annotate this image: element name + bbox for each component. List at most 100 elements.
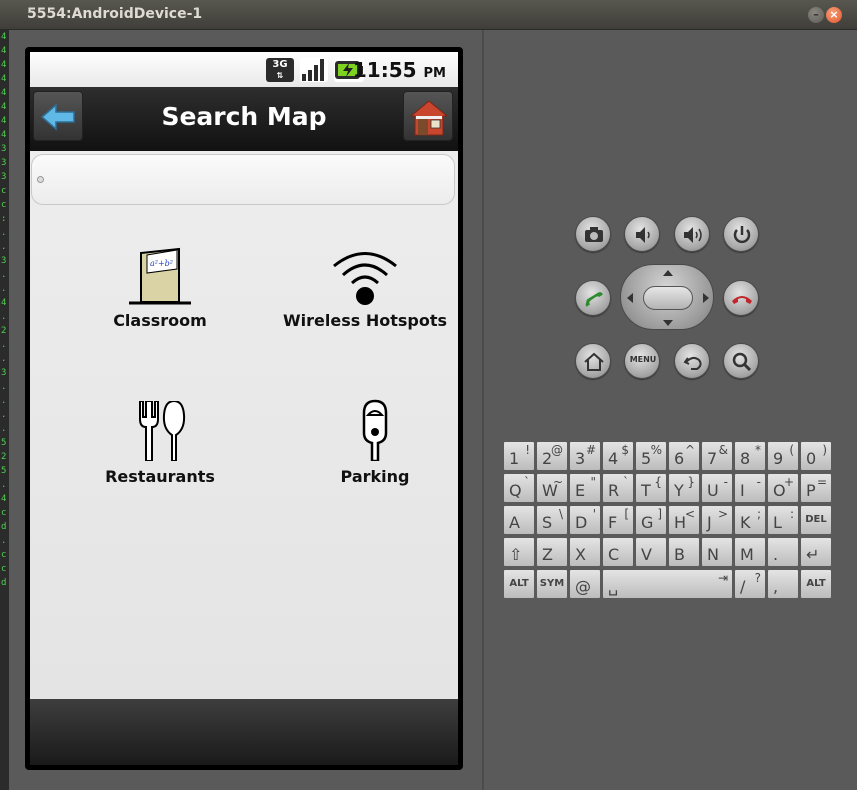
search-scroll-dot-icon xyxy=(37,176,44,183)
key-q[interactable]: Q ` xyxy=(503,473,535,503)
key-v[interactable]: V xyxy=(635,537,667,567)
back-hw-button[interactable] xyxy=(674,343,710,379)
key-alt[interactable]: ALT xyxy=(800,569,832,599)
key-x[interactable]: @ xyxy=(569,569,601,599)
bottom-bar xyxy=(30,699,458,765)
console-char: . xyxy=(1,410,7,420)
clock: 11:55 PM xyxy=(352,58,446,82)
console-char: 4 xyxy=(1,102,7,112)
console-char: . xyxy=(1,228,7,238)
key-alt-label: ⇥ xyxy=(717,571,728,585)
key-r[interactable]: R ` xyxy=(602,473,634,503)
key-7[interactable]: 7 & xyxy=(701,441,733,471)
dpad[interactable] xyxy=(620,264,714,330)
key-w[interactable]: W ~ xyxy=(536,473,568,503)
category-wireless-hotspots[interactable]: Wireless Hotspots xyxy=(270,247,460,330)
key-g[interactable]: G] xyxy=(635,505,667,535)
key-o[interactable]: O + xyxy=(767,473,799,503)
key-label: M xyxy=(740,545,754,564)
console-char: 3 xyxy=(1,158,7,168)
window-title: 5554:AndroidDevice-1 xyxy=(27,6,203,22)
volume-down-button[interactable] xyxy=(624,216,660,252)
category-classroom[interactable]: a²+b² Classroom xyxy=(85,247,235,330)
call-button[interactable] xyxy=(575,280,611,316)
key-3[interactable]: 3 # xyxy=(569,441,601,471)
category-label: Restaurants xyxy=(105,467,215,486)
search-hw-button[interactable] xyxy=(723,343,759,379)
key-label: D xyxy=(575,513,588,532)
key-label: Y xyxy=(674,481,684,500)
page-title: Search Map xyxy=(161,102,327,131)
key-del[interactable]: DEL xyxy=(800,505,832,535)
key-9[interactable]: 9( xyxy=(767,441,799,471)
key-a[interactable]: A xyxy=(503,505,535,535)
key-k[interactable]: K; xyxy=(734,505,766,535)
key-d[interactable]: D ' xyxy=(569,505,601,535)
search-input[interactable] xyxy=(31,154,455,205)
menu-hw-button[interactable]: MENU xyxy=(624,343,660,379)
key-l[interactable]: L: xyxy=(767,505,799,535)
key-y[interactable]: Y} xyxy=(668,473,700,503)
console-char: . xyxy=(1,284,7,294)
key-alt-label: ! xyxy=(525,443,530,457)
key-label: 9 xyxy=(773,449,784,468)
key-label: L xyxy=(773,513,782,532)
home-hw-button[interactable] xyxy=(575,343,611,379)
close-button[interactable]: × xyxy=(826,7,842,23)
category-parking[interactable]: Parking xyxy=(300,399,450,486)
key-n[interactable]: N xyxy=(701,537,733,567)
key-x[interactable]: . xyxy=(767,537,799,567)
key-6[interactable]: 6 ^ xyxy=(668,441,700,471)
home-button[interactable] xyxy=(403,91,453,141)
key-x[interactable]: X xyxy=(569,537,601,567)
end-call-icon xyxy=(732,296,752,304)
phone-screen: 3G ⇅ 11:55 PM Search Map a²+b² Classroom… xyxy=(25,47,463,770)
key-alt[interactable]: ALT xyxy=(503,569,535,599)
key-5[interactable]: 5% xyxy=(635,441,667,471)
key-z[interactable]: Z xyxy=(536,537,568,567)
key-label: E xyxy=(575,481,586,500)
key-8[interactable]: 8 * xyxy=(734,441,766,471)
key-x[interactable]: /? xyxy=(734,569,766,599)
key-4[interactable]: 4 $ xyxy=(602,441,634,471)
key-1[interactable]: 1! xyxy=(503,441,535,471)
key-c[interactable]: C xyxy=(602,537,634,567)
console-char: 4 xyxy=(1,116,7,126)
key-0[interactable]: 0) xyxy=(800,441,832,471)
key-s[interactable]: S \ xyxy=(536,505,568,535)
key-x[interactable]: ↵ xyxy=(800,537,832,567)
key-j[interactable]: J > xyxy=(701,505,733,535)
key-i[interactable]: I- xyxy=(734,473,766,503)
key-x[interactable]: , xyxy=(767,569,799,599)
key-u[interactable]: U- xyxy=(701,473,733,503)
category-restaurants[interactable]: Restaurants xyxy=(85,399,235,486)
key-label: SYM xyxy=(539,578,565,589)
key-f[interactable]: F[ xyxy=(602,505,634,535)
key-label: . xyxy=(773,545,779,564)
end-call-button[interactable] xyxy=(723,280,759,316)
key-t[interactable]: T{ xyxy=(635,473,667,503)
console-char: 5 xyxy=(1,466,7,476)
key-p[interactable]: P = xyxy=(800,473,832,503)
key-x[interactable]: ␣ ⇥ xyxy=(602,569,733,599)
key-alt-label: + xyxy=(783,475,794,489)
key-2[interactable]: 2 @ xyxy=(536,441,568,471)
camera-button[interactable] xyxy=(575,216,611,252)
call-icon xyxy=(585,292,603,307)
power-button[interactable] xyxy=(723,216,759,252)
key-sym[interactable]: SYM xyxy=(536,569,568,599)
minimize-button[interactable]: – xyxy=(808,7,824,23)
action-bar: Search Map xyxy=(30,87,458,151)
dpad-center-button[interactable] xyxy=(643,286,693,310)
menu-label: MENU xyxy=(629,355,657,364)
key-label: / xyxy=(740,577,746,596)
key-h[interactable]: H < xyxy=(668,505,700,535)
key-b[interactable]: B xyxy=(668,537,700,567)
key-alt-label: ; xyxy=(756,507,761,521)
key-x[interactable]: ⇧ xyxy=(503,537,535,567)
volume-up-button[interactable] xyxy=(674,216,710,252)
key-alt-label: $ xyxy=(621,443,629,457)
key-m[interactable]: M xyxy=(734,537,766,567)
key-e[interactable]: E " xyxy=(569,473,601,503)
content-area: a²+b² Classroom Wireless Hotspots Restau… xyxy=(30,151,458,699)
